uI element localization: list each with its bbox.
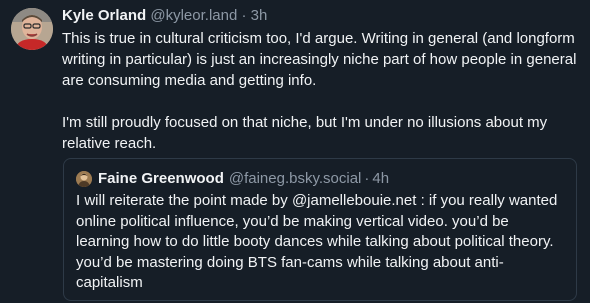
quoted-post-timestamp[interactable]: 4h bbox=[372, 169, 389, 189]
post-paragraph: This is true in cultural criticism too, … bbox=[62, 30, 577, 89]
user-avatar-icon bbox=[76, 171, 92, 187]
post-timestamp[interactable]: 3h bbox=[251, 7, 268, 24]
quoted-post-body: I will reiterate the point made by @jame… bbox=[76, 192, 558, 291]
post-content: Kyle Orland @kyleor.land · 3h This is tr… bbox=[62, 6, 582, 154]
user-avatar-icon bbox=[11, 8, 53, 50]
quoted-author-avatar[interactable] bbox=[76, 171, 92, 187]
author-handle[interactable]: @kyleor.land bbox=[150, 7, 237, 24]
quoted-author-handle[interactable]: @faineg.bsky.social bbox=[229, 169, 362, 189]
quoted-post-header: Faine Greenwood @faineg.bsky.social · 4h bbox=[76, 169, 564, 189]
author-avatar[interactable] bbox=[11, 8, 53, 50]
quoted-author-name[interactable]: Faine Greenwood bbox=[98, 169, 224, 189]
post-paragraph: I'm still proudly focused on that niche,… bbox=[62, 114, 548, 152]
quoted-post[interactable]: Faine Greenwood @faineg.bsky.social · 4h… bbox=[63, 158, 577, 301]
post: Kyle Orland @kyleor.land · 3h This is tr… bbox=[0, 0, 590, 303]
post-body: This is true in cultural criticism too, … bbox=[62, 28, 582, 154]
author-name[interactable]: Kyle Orland bbox=[62, 7, 146, 24]
post-header: Kyle Orland @kyleor.land · 3h bbox=[62, 6, 582, 26]
header-separator: · bbox=[241, 7, 247, 24]
quoted-header-separator: · bbox=[364, 170, 370, 187]
